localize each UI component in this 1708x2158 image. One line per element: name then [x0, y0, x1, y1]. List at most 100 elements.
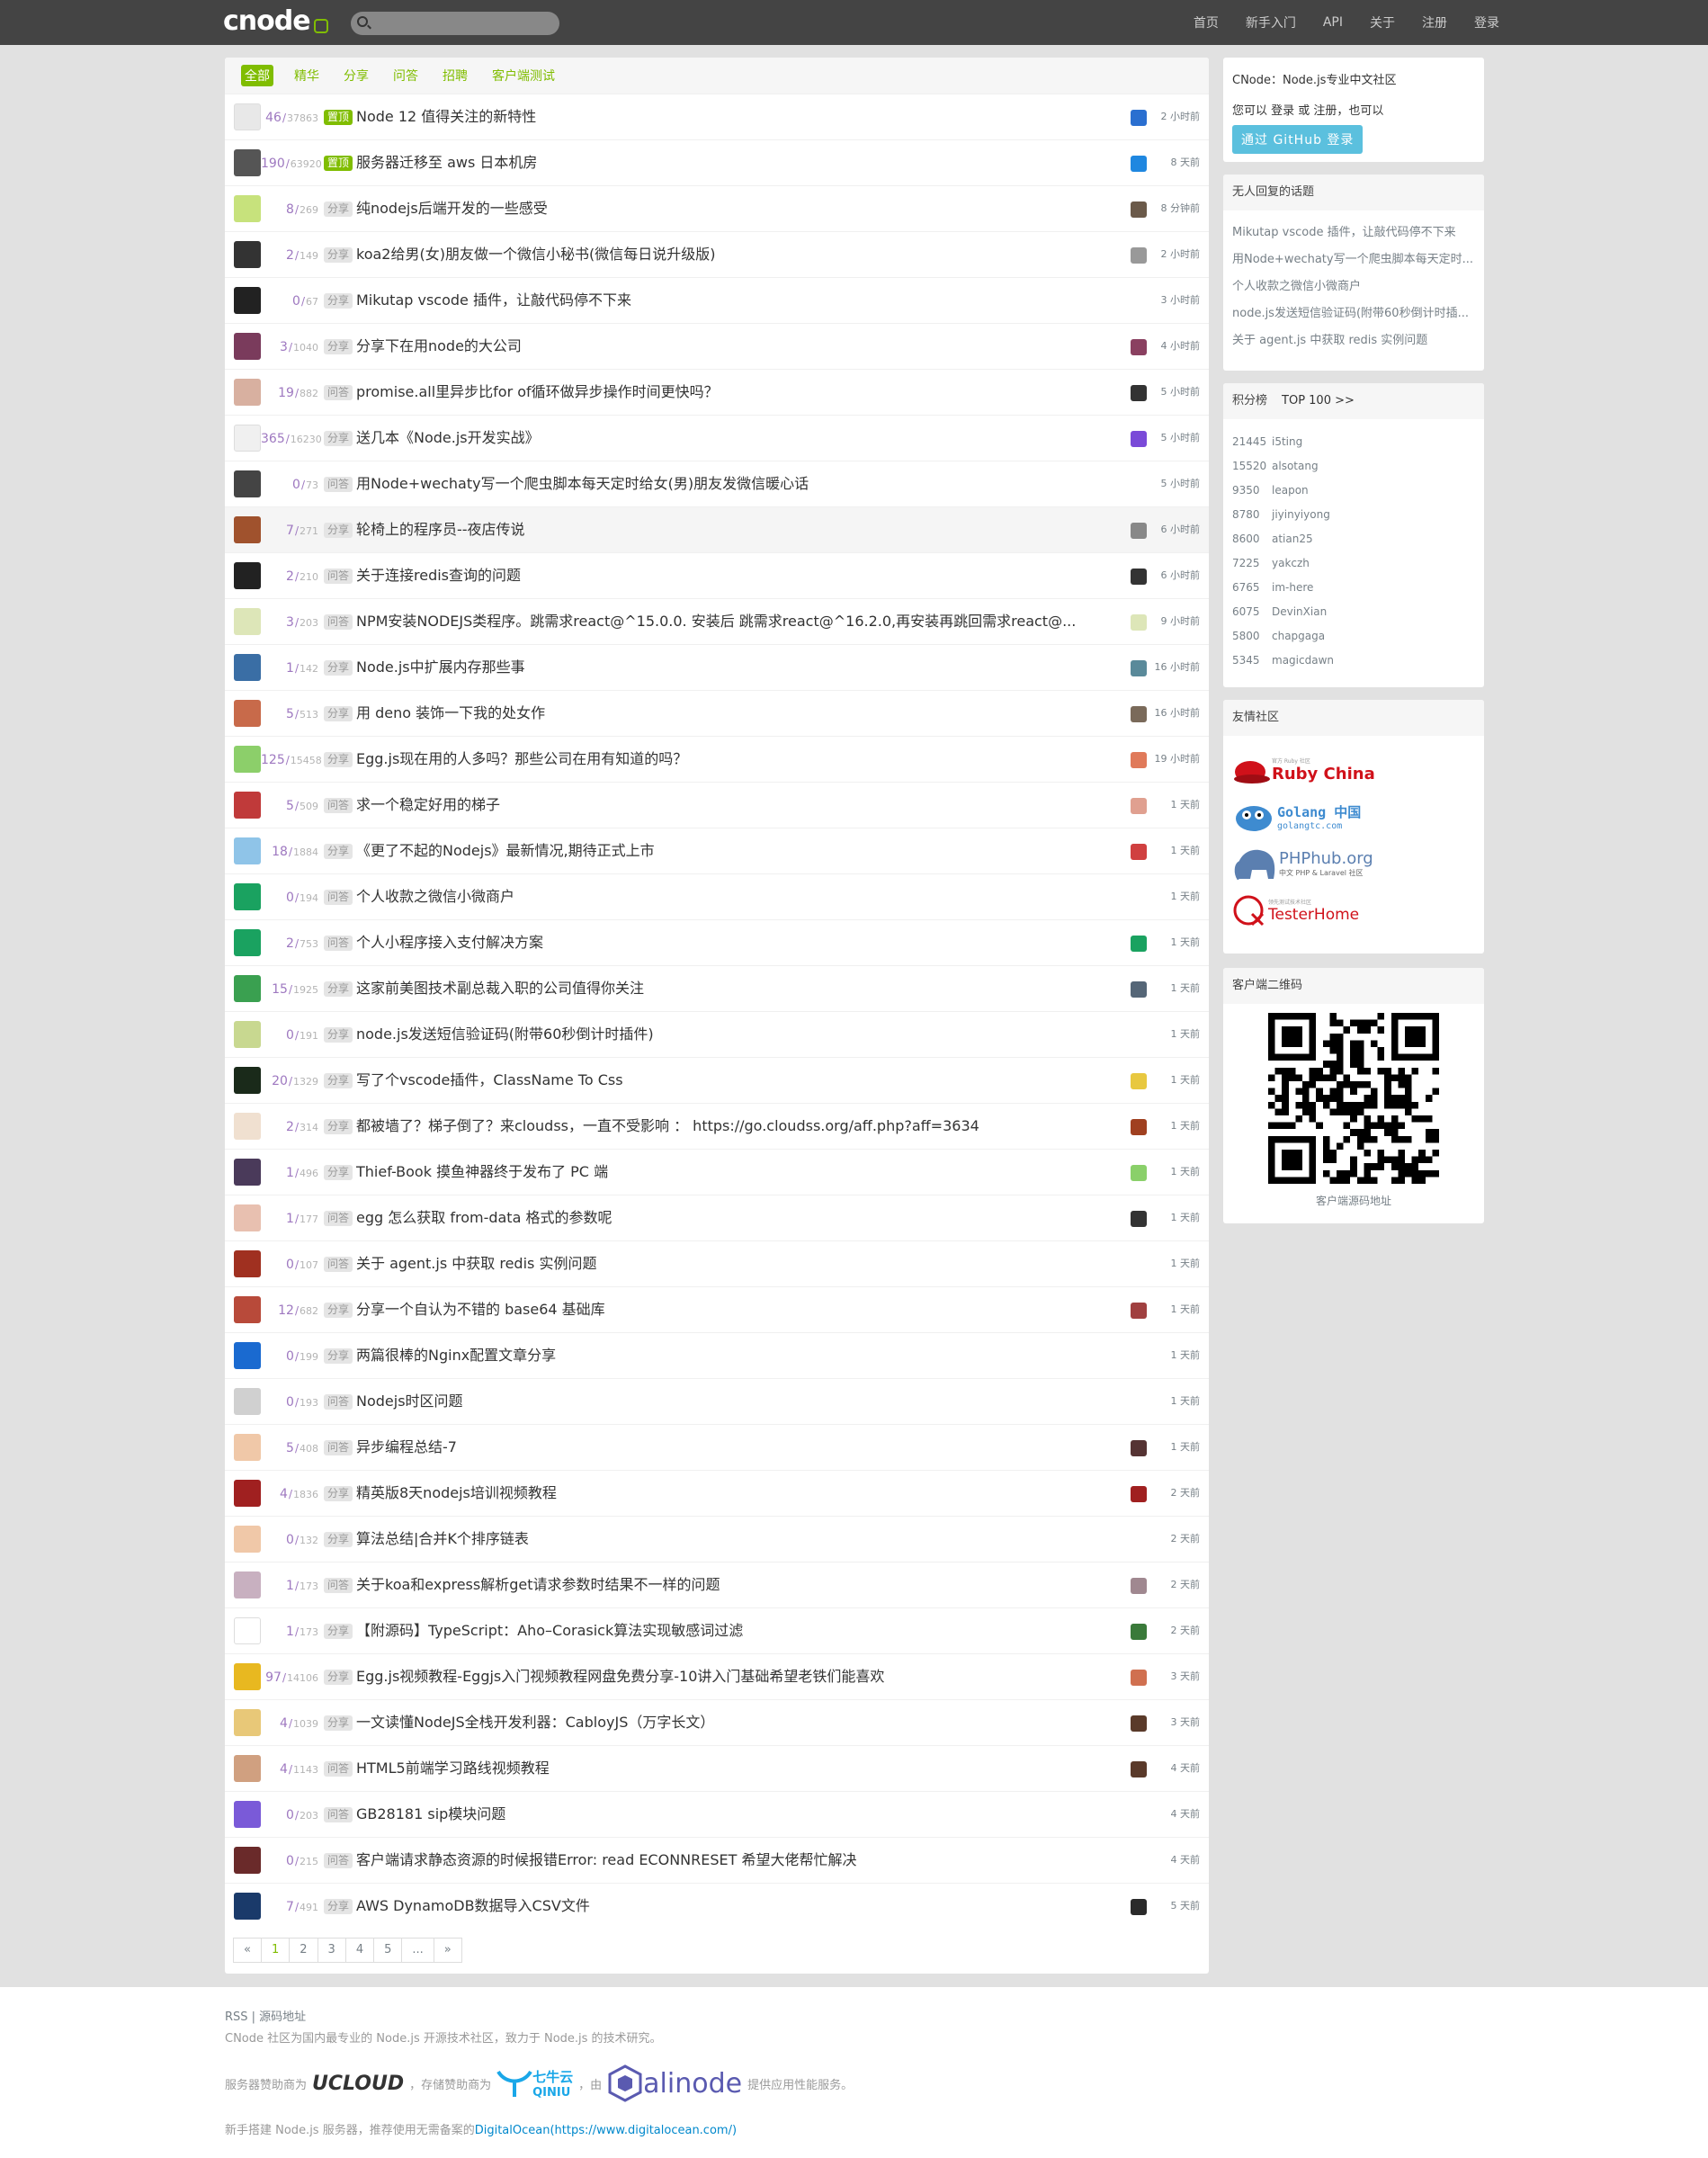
topic-title[interactable]: Node.js中扩展内存那些事 [356, 645, 1121, 690]
topic-title[interactable]: 求一个稳定好用的梯子 [356, 783, 1121, 828]
topic-title[interactable]: 【附源码】TypeScript：Aho–Corasick算法实现敏感词过滤 [356, 1608, 1121, 1653]
nav-signin[interactable]: 登录 [1474, 13, 1499, 31]
author-avatar[interactable] [234, 1801, 261, 1828]
topic-row[interactable]: 2/753 问答 个人小程序接入支付解决方案 1 天前 [225, 919, 1209, 965]
topic-row[interactable]: 2/210 问答 关于连接redis查询的问题 6 小时前 [225, 552, 1209, 598]
tab-dev[interactable]: 客户端测试 [488, 65, 559, 86]
author-avatar[interactable] [234, 975, 261, 1002]
last-reply-time[interactable]: 1 天前 [1151, 1425, 1201, 1470]
last-reply-time[interactable]: 8 分钟前 [1151, 186, 1201, 231]
topic-row[interactable]: 0/191 分享 node.js发送短信验证码(附带60秒倒计时插件) 1 天前 [225, 1011, 1209, 1057]
last-reply-time[interactable]: 2 天前 [1151, 1471, 1201, 1516]
topic-row[interactable]: 125/15458 分享 Egg.js现在用的人多吗？那些公司在用有知道的吗？ 19 … [225, 736, 1209, 782]
author-avatar[interactable] [234, 1663, 261, 1690]
no-reply-topic[interactable]: 个人收款之微信小微商户 [1232, 273, 1475, 300]
last-reply-time[interactable]: 2 小时前 [1151, 232, 1201, 277]
topic-title[interactable]: 个人小程序接入支付解决方案 [356, 920, 1121, 965]
last-reply-time[interactable]: 1 天前 [1151, 920, 1201, 965]
topic-title[interactable]: 个人收款之微信小微商户 [356, 874, 1121, 919]
last-reply-time[interactable]: 1 天前 [1151, 1333, 1201, 1378]
last-reply-avatar[interactable] [1131, 706, 1147, 722]
topic-title[interactable]: 算法总结|合并K个排序链表 [356, 1517, 1121, 1562]
topic-row[interactable]: 0/203 问答 GB28181 sip模块问题 4 天前 [225, 1791, 1209, 1837]
score-user[interactable]: chapgaga [1272, 630, 1325, 642]
topic-row[interactable]: 18/1884 分享 《更了不起的Nodejs》最新情况,期待正式上市 1 天前 [225, 828, 1209, 873]
last-reply-avatar[interactable] [1131, 1715, 1147, 1732]
last-reply-avatar[interactable] [1131, 1486, 1147, 1502]
author-avatar[interactable] [234, 746, 261, 773]
author-avatar[interactable] [234, 103, 261, 130]
last-reply-time[interactable]: 1 天前 [1151, 1012, 1201, 1057]
score-user[interactable]: atian25 [1272, 533, 1313, 545]
tab-good[interactable]: 精华 [291, 65, 323, 86]
last-reply-avatar[interactable] [1131, 201, 1147, 218]
last-reply-avatar[interactable] [1131, 339, 1147, 355]
last-reply-avatar[interactable] [1131, 1165, 1147, 1181]
author-avatar[interactable] [234, 425, 261, 452]
last-reply-avatar[interactable] [1131, 1624, 1147, 1640]
last-reply-time[interactable]: 8 天前 [1151, 140, 1201, 185]
topic-title[interactable]: 两篇很棒的Nginx配置文章分享 [356, 1333, 1121, 1378]
topic-title[interactable]: Egg.js现在用的人多吗？那些公司在用有知道的吗？ [356, 737, 1121, 782]
topic-title[interactable]: 关于koa和express解析get请求参数时结果不一样的问题 [356, 1563, 1121, 1607]
topic-title[interactable]: 分享下在用node的大公司 [356, 324, 1121, 369]
topic-row[interactable]: 0/107 问答 关于 agent.js 中获取 redis 实例问题 1 天前 [225, 1240, 1209, 1286]
last-reply-time[interactable]: 19 小时前 [1151, 737, 1201, 782]
author-avatar[interactable] [234, 1067, 261, 1094]
topic-row[interactable]: 0/199 分享 两篇很棒的Nginx配置文章分享 1 天前 [225, 1332, 1209, 1378]
topic-title[interactable]: 异步编程总结-7 [356, 1425, 1121, 1470]
author-avatar[interactable] [234, 608, 261, 635]
author-avatar[interactable] [234, 1021, 261, 1048]
last-reply-avatar[interactable] [1131, 1303, 1147, 1319]
topic-title[interactable]: koa2给男(女)朋友做一个微信小秘书(微信每日说升级版) [356, 232, 1121, 277]
last-reply-time[interactable]: 5 小时前 [1151, 416, 1201, 461]
author-avatar[interactable] [234, 379, 261, 406]
nav-about[interactable]: 关于 [1370, 13, 1395, 31]
topic-title[interactable]: egg 怎么获取 from-data 格式的参数呢 [356, 1195, 1121, 1240]
topic-title[interactable]: 都被墙了？梯子倒了？来cloudss，一直不受影响 ： https://go.c… [356, 1104, 1121, 1149]
last-reply-time[interactable]: 1 天前 [1151, 1150, 1201, 1195]
last-reply-avatar[interactable] [1131, 1578, 1147, 1594]
author-avatar[interactable] [234, 1388, 261, 1415]
search-input[interactable] [351, 12, 559, 35]
last-reply-time[interactable]: 2 天前 [1151, 1517, 1201, 1562]
topic-row[interactable]: 3/1040 分享 分享下在用node的大公司 4 小时前 [225, 323, 1209, 369]
topic-row[interactable]: 2/149 分享 koa2给男(女)朋友做一个微信小秘书(微信每日说升级版) 2 小时… [225, 231, 1209, 277]
topic-row[interactable]: 3/203 问答 NPM安装NODEJS类程序。跳需求react@^15.0.0. … [225, 598, 1209, 644]
topic-title[interactable]: promise.all里异步比for of循环做异步操作时间更快吗？ [356, 370, 1121, 415]
author-avatar[interactable] [234, 1204, 261, 1231]
last-reply-time[interactable]: 6 小时前 [1151, 507, 1201, 552]
page-item[interactable]: 3 [317, 1938, 346, 1963]
nav-home[interactable]: 首页 [1194, 13, 1219, 31]
topic-title[interactable]: 服务器迁移至 aws 日本机房 [356, 140, 1121, 185]
last-reply-time[interactable]: 1 天前 [1151, 966, 1201, 1011]
topic-title[interactable]: 《更了不起的Nodejs》最新情况,期待正式上市 [356, 828, 1121, 873]
author-avatar[interactable] [234, 929, 261, 956]
no-reply-topic[interactable]: 用Node+wechaty写一个爬虫脚本每天定时... [1232, 246, 1475, 273]
topic-title[interactable]: 分享一个自认为不错的 base64 基础库 [356, 1287, 1121, 1332]
digitalocean-link[interactable]: DigitalOcean(https://www.digitalocean.co… [475, 2124, 737, 2137]
last-reply-time[interactable]: 2 天前 [1151, 1563, 1201, 1607]
top100-link[interactable]: TOP 100 >> [1282, 394, 1355, 407]
topic-title[interactable]: 关于连接redis查询的问题 [356, 553, 1121, 598]
topic-row[interactable]: 5/509 问答 求一个稳定好用的梯子 1 天前 [225, 782, 1209, 828]
last-reply-time[interactable]: 4 天前 [1151, 1838, 1201, 1883]
ruby-china-link[interactable]: 官方 Ruby 社区 Ruby China [1232, 752, 1475, 788]
no-reply-topic[interactable]: node.js发送短信验证码(附带60秒倒计时插... [1232, 300, 1475, 327]
last-reply-avatar[interactable] [1131, 660, 1147, 676]
topic-title[interactable]: Thief-Book 摸鱼神器终于发布了 PC 端 [356, 1150, 1121, 1195]
page-item[interactable]: 2 [289, 1938, 318, 1963]
author-avatar[interactable] [234, 1847, 261, 1874]
topic-title[interactable]: 关于 agent.js 中获取 redis 实例问题 [356, 1241, 1121, 1286]
last-reply-avatar[interactable] [1131, 981, 1147, 998]
last-reply-avatar[interactable] [1131, 844, 1147, 860]
topic-row[interactable]: 7/271 分享 轮椅上的程序员--夜店传说 6 小时前 [225, 506, 1209, 552]
last-reply-time[interactable]: 3 小时前 [1151, 278, 1201, 323]
last-reply-time[interactable]: 3 天前 [1151, 1654, 1201, 1699]
topic-row[interactable]: 4/1039 分享 一文读懂NodeJS全栈开发利器：CabloyJS（万字长文） 3… [225, 1699, 1209, 1745]
author-avatar[interactable] [234, 1250, 261, 1277]
topic-row[interactable]: 0/215 问答 客户端请求静态资源的时候报错Error: read ECONNRE… [225, 1837, 1209, 1883]
author-avatar[interactable] [234, 1480, 261, 1507]
last-reply-time[interactable]: 16 小时前 [1151, 691, 1201, 736]
author-avatar[interactable] [234, 1709, 261, 1736]
